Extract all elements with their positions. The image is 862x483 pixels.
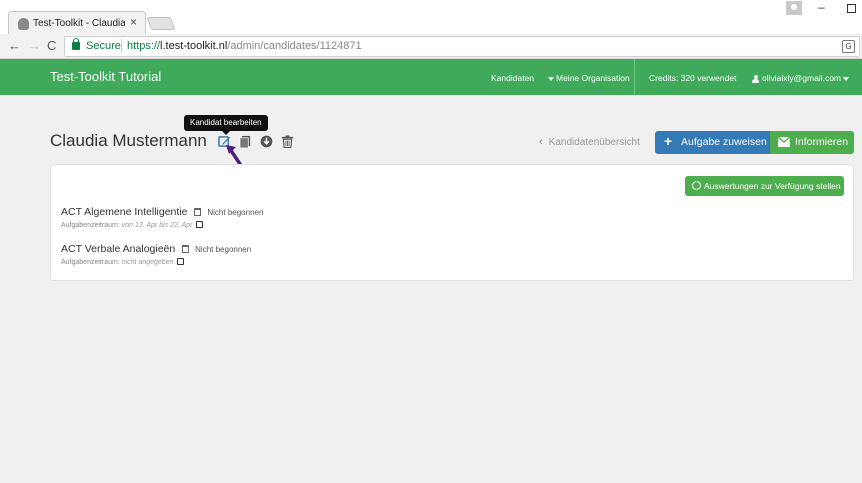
address-bar[interactable]: Secure https://l.test-toolkit.nl/admin/c… <box>64 36 860 57</box>
nav-credits: Credits: 320 verwendet <box>649 73 737 83</box>
task-period-value: von 13. Apr bis 22. Apr <box>121 222 193 229</box>
task-period-value: nicht angegeben <box>121 259 174 266</box>
trash-icon[interactable] <box>181 245 189 253</box>
task-period-label: Aufgabenzeitraum: <box>61 222 120 229</box>
assign-task-button[interactable]: + Aufgabe zuweisen <box>655 131 770 154</box>
tab-close-icon[interactable]: × <box>130 15 137 29</box>
user-icon <box>752 74 759 83</box>
task-period-label: Aufgabenzeitraum: <box>61 259 120 266</box>
url-separator <box>121 39 122 53</box>
new-tab-button[interactable] <box>146 17 176 30</box>
url-host: l.test-toolkit.nl <box>160 40 228 52</box>
back-arrow-icon[interactable]: ← <box>8 38 21 53</box>
tab-title: Test-Toolkit - Claudia Mu <box>33 18 125 29</box>
secure-label: Secure <box>86 40 121 52</box>
overview-link-label: Kandidatenübersicht <box>548 137 640 148</box>
task-title: ACT Verbale Analogieën <box>61 243 176 255</box>
provide-evaluations-button[interactable]: Auswertungen zur Verfügung stellen <box>685 176 844 196</box>
browser-toolbar: ← → C Secure https://l.test-toolkit.nl/a… <box>0 34 862 59</box>
envelope-icon <box>778 137 790 147</box>
reload-icon[interactable]: C <box>47 38 56 53</box>
task-item: ACT Verbale Analogieën Nicht begonnen Au… <box>61 239 251 266</box>
lock-icon <box>72 38 80 50</box>
candidate-overview-link[interactable]: ‹ Kandidatenübersicht <box>539 136 640 148</box>
task-period: Aufgabenzeitraum: nicht angegeben <box>61 258 251 266</box>
tasks-panel: Auswertungen zur Verfügung stellen ACT A… <box>50 164 854 281</box>
inform-button[interactable]: Informieren <box>770 131 854 154</box>
caret-down-icon <box>843 76 850 81</box>
minimize-button[interactable]: – <box>818 0 825 14</box>
chevron-left-icon: ‹ <box>539 136 543 148</box>
task-period: Aufgabenzeitraum: von 13. Apr bis 22. Ap… <box>61 221 263 229</box>
trash-icon[interactable] <box>193 208 201 216</box>
nav-candidates[interactable]: Kandidaten <box>491 73 534 83</box>
plus-icon: + <box>664 133 673 149</box>
forward-arrow-icon[interactable]: → <box>28 38 41 53</box>
browser-tab[interactable]: Test-Toolkit - Claudia Mu × <box>8 11 146 35</box>
task-title: ACT Algemene Intelligentie <box>61 206 188 218</box>
edit-tooltip: Kandidat bearbeiten <box>184 115 268 135</box>
maximize-button[interactable] <box>847 4 856 13</box>
upload-circle-icon <box>692 181 701 190</box>
download-icon[interactable] <box>260 135 273 148</box>
url-scheme: https:// <box>127 40 161 52</box>
task-item: ACT Algemene Intelligentie Nicht begonne… <box>61 202 263 229</box>
task-status: Nicht begonnen <box>207 208 264 217</box>
translate-icon[interactable]: G <box>842 40 855 53</box>
browser-tabstrip: Test-Toolkit - Claudia Mu × – <box>0 0 862 35</box>
brand-title[interactable]: Test-Toolkit Tutorial <box>50 69 161 84</box>
url-text[interactable]: https://l.test-toolkit.nl/admin/candidat… <box>127 40 362 52</box>
user-email: oliviaixly@gmail.com <box>762 73 842 83</box>
url-path: /admin/candidates/1124871 <box>227 40 362 52</box>
profile-icon[interactable] <box>786 1 802 15</box>
provide-evaluations-label: Auswertungen zur Verfügung stellen <box>704 181 841 191</box>
nav-divider <box>634 59 635 95</box>
app-navbar: Test-Toolkit Tutorial Kandidaten Meine O… <box>0 59 862 95</box>
nav-my-organisation-label: Meine Organisation <box>556 73 630 83</box>
edit-period-icon[interactable] <box>177 258 185 265</box>
assign-task-label: Aufgabe zuweisen <box>681 136 767 148</box>
edit-period-icon[interactable] <box>196 221 204 228</box>
nav-user-menu[interactable]: oliviaixly@gmail.com <box>752 73 851 83</box>
page-title: Claudia Mustermann <box>50 131 207 150</box>
delete-icon[interactable] <box>281 135 294 148</box>
site-favicon-icon <box>18 18 29 30</box>
task-status: Nicht begonnen <box>195 245 252 254</box>
inform-label: Informieren <box>795 136 849 148</box>
nav-my-organisation[interactable]: Meine Organisation <box>546 73 630 83</box>
caret-down-icon <box>548 76 554 81</box>
